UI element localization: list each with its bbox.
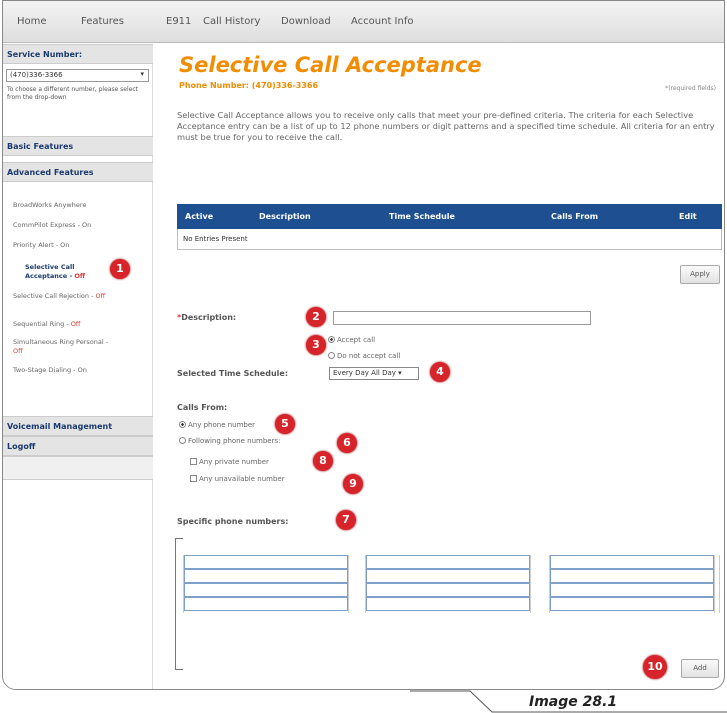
page-title: Selective Call Acceptance <box>179 53 482 77</box>
nav-download[interactable]: Download <box>281 16 331 27</box>
callout-badge: 4 <box>430 362 450 382</box>
add-button[interactable]: Add <box>681 659 719 678</box>
do-not-accept-option[interactable]: Do not accept call <box>328 352 400 360</box>
phone-number-column-1 <box>183 555 349 613</box>
col-time-schedule: Time Schedule <box>389 212 455 221</box>
page-description: Selective Call Acceptance allows you to … <box>177 110 715 142</box>
phone-number-input[interactable] <box>550 569 714 583</box>
any-unavailable-checkbox[interactable]: Any unavailable number <box>190 475 285 483</box>
sidebar-item-simultaneous-ring[interactable]: Simultaneous Ring Personal - Off <box>13 338 113 356</box>
callout-badge: 6 <box>337 433 357 453</box>
sidebar-item-two-stage-dialing[interactable]: Two-Stage Dialing - On <box>13 366 145 375</box>
callout-badge: 8 <box>313 451 333 471</box>
calls-from-label: Calls From: <box>177 403 228 412</box>
numbers-bracket <box>175 538 183 670</box>
col-calls-from: Calls From <box>551 212 599 221</box>
col-active: Active <box>185 212 214 221</box>
top-navigation: Home Features E911 Call History Download… <box>3 1 724 43</box>
checkbox-icon <box>190 475 197 482</box>
callout-badge: 5 <box>275 414 295 434</box>
sidebar: Service Number: (470)336-3366 ▾ To choos… <box>3 44 153 689</box>
phone-number-input[interactable] <box>366 583 530 597</box>
phone-number-input[interactable] <box>366 555 530 569</box>
nav-account-info[interactable]: Account Info <box>351 16 413 27</box>
checkbox-icon <box>190 458 197 465</box>
table-row: No Entries Present <box>177 229 722 250</box>
phone-number-input[interactable] <box>366 597 530 611</box>
nav-features[interactable]: Features <box>81 16 124 27</box>
phone-number-input[interactable] <box>550 597 714 611</box>
service-number-heading: Service Number: <box>3 44 153 64</box>
phone-number-input[interactable] <box>184 569 348 583</box>
image-caption: Image 28.1 <box>529 694 618 710</box>
nav-home[interactable]: Home <box>17 16 47 27</box>
required-note: *(required fields) <box>665 85 716 92</box>
sidebar-item-sequential-ring[interactable]: Sequential Ring - Off <box>13 320 145 329</box>
sidebar-spacer <box>3 456 153 480</box>
phone-number-input[interactable] <box>366 569 530 583</box>
time-schedule-select[interactable]: Every Day All Day ▾ <box>329 367 419 380</box>
specific-numbers-label: Specific phone numbers: <box>177 517 289 526</box>
phone-number-column-3 <box>549 555 715 613</box>
service-number-note: To choose a different number, please sel… <box>7 86 138 101</box>
accept-call-option[interactable]: Accept call <box>328 336 375 344</box>
sidebar-item-broadworks-anywhere[interactable]: BroadWorks Anywhere <box>13 201 145 210</box>
browser-frame: Home Features E911 Call History Download… <box>2 0 725 690</box>
time-schedule-label: Selected Time Schedule: <box>177 369 289 378</box>
callout-badge: 10 <box>643 655 667 679</box>
phone-number-input[interactable] <box>184 555 348 569</box>
apply-button[interactable]: Apply <box>680 265 720 284</box>
callout-badge: 7 <box>336 510 356 530</box>
description-label: *Description: <box>177 313 237 322</box>
sidebar-item-advanced-features[interactable]: Advanced Features <box>3 162 153 182</box>
callout-badge: 1 <box>110 259 130 279</box>
phone-number-input[interactable] <box>184 583 348 597</box>
phone-number-column-4 <box>719 555 724 613</box>
radio-icon <box>328 352 335 359</box>
sidebar-item-selective-call-rejection[interactable]: Selective Call Rejection - Off <box>13 292 145 301</box>
phone-number-input[interactable] <box>550 583 714 597</box>
radio-icon <box>179 421 186 428</box>
any-private-checkbox[interactable]: Any private number <box>190 458 269 466</box>
service-number-value: (470)336-3366 <box>10 71 63 79</box>
radio-icon <box>179 437 186 444</box>
callout-badge: 9 <box>343 474 363 494</box>
sidebar-item-basic-features[interactable]: Basic Features <box>3 136 153 156</box>
sidebar-item-commpilot-express[interactable]: CommPilot Express - On <box>13 221 145 230</box>
phone-number-column-2 <box>365 555 531 613</box>
entries-table-header: Active Description Time Schedule Calls F… <box>177 204 722 229</box>
following-numbers-option[interactable]: Following phone numbers: <box>179 437 280 445</box>
col-edit: Edit <box>679 212 697 221</box>
service-number-select[interactable]: (470)336-3366 ▾ <box>6 69 149 82</box>
phone-number-input[interactable] <box>550 555 714 569</box>
nav-call-history[interactable]: Call History <box>203 16 260 27</box>
col-description: Description <box>259 212 311 221</box>
phone-number: Phone Number: (470)336-3366 <box>179 81 319 90</box>
description-input[interactable] <box>333 311 591 325</box>
radio-icon <box>328 336 335 343</box>
sidebar-item-logoff[interactable]: Logoff <box>3 436 153 456</box>
chevron-down-icon: ▾ <box>140 70 144 78</box>
sidebar-item-selective-call-acceptance[interactable]: Selective Call Acceptance - Off <box>25 263 115 281</box>
sidebar-item-voicemail[interactable]: Voicemail Management <box>3 416 153 436</box>
callout-badge: 2 <box>306 307 326 327</box>
phone-number-input[interactable] <box>184 597 348 611</box>
nav-e911[interactable]: E911 <box>166 16 191 27</box>
sidebar-item-priority-alert[interactable]: Priority Alert - On <box>13 241 145 250</box>
callout-badge: 3 <box>306 335 326 355</box>
any-phone-option[interactable]: Any phone number <box>179 421 255 429</box>
